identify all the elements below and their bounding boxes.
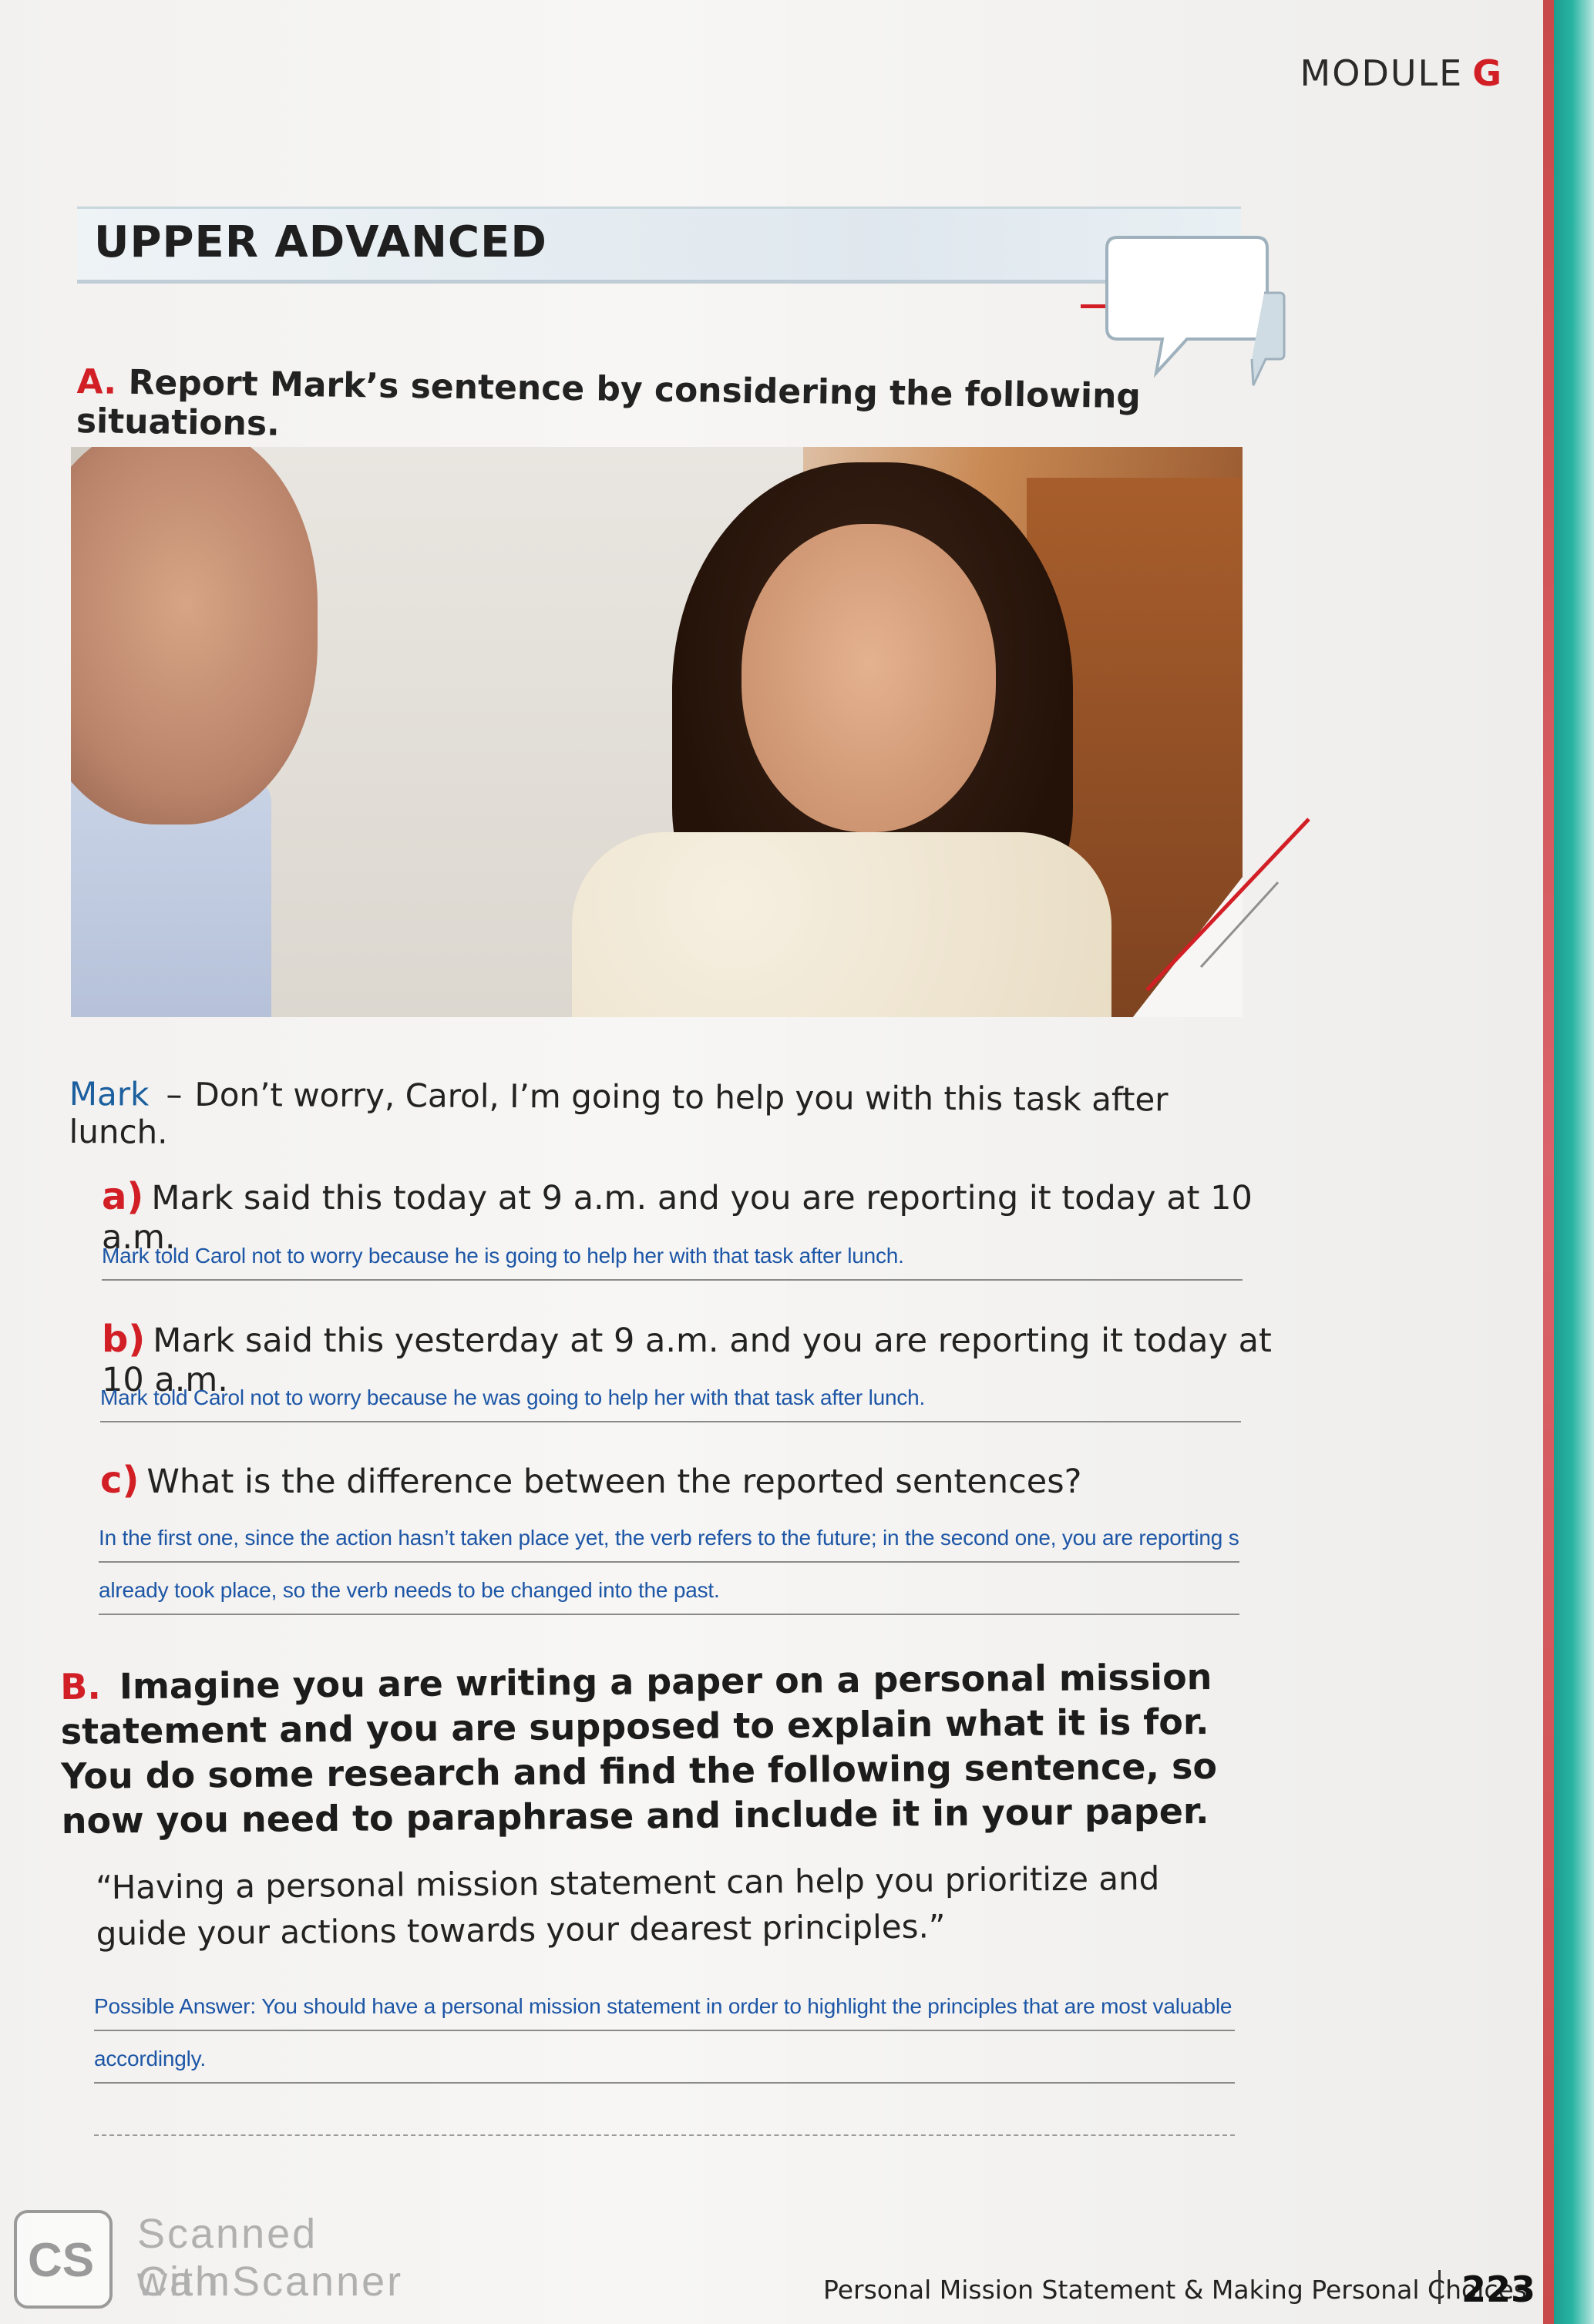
page-number: 223 (1461, 2269, 1536, 2310)
quote-text: Don’t worry, Carol, I’m going to help yo… (69, 1075, 1169, 1151)
question-b-letter: b) (102, 1318, 146, 1361)
answer-b-section-line-1[interactable]: Possible Answer: You should have a perso… (94, 1988, 1235, 2031)
camscanner-watermark: CS Scanned with CamScanner (14, 2210, 415, 2309)
answer-b-section-line-2[interactable]: accordingly. (94, 2040, 1235, 2084)
answer-b-section-line-3[interactable] (94, 2093, 1235, 2136)
footer-divider (1438, 2270, 1441, 2304)
section-b-quote: “Having a personal mission statement can… (96, 1859, 1160, 1953)
module-letter: G (1472, 52, 1503, 94)
camscanner-logo-text: CS (28, 2234, 95, 2287)
mark-quote: Mark – Don’t worry, Carol, I’m going to he… (69, 1075, 1240, 1157)
question-a-letter: a) (102, 1175, 144, 1218)
question-c-text: What is the difference between the repor… (146, 1463, 1082, 1501)
photo-woman-top (572, 832, 1111, 1017)
answer-c-line-1[interactable]: In the first one, since the action hasn’… (99, 1520, 1239, 1563)
answer-a-line[interactable]: Mark told Carol not to worry because he … (102, 1238, 1243, 1281)
level-title: UPPER ADVANCED (94, 217, 547, 267)
photo-woman-face (742, 524, 996, 832)
quote-dash: – (166, 1075, 183, 1113)
page-edge-red-stripe (1543, 0, 1554, 2324)
module-header: MODULE G (1300, 52, 1503, 94)
section-b-instruction: B. Imagine you are writing a paper on a … (60, 1654, 1233, 1843)
section-a-instruction-text: Report Mark’s sentence by considering th… (76, 362, 1142, 444)
camscanner-logo: CS (14, 2210, 113, 2309)
section-a-letter: A. (76, 362, 117, 402)
speaker-name: Mark (69, 1075, 150, 1113)
photo-man-head (71, 447, 318, 824)
module-label: MODULE (1300, 52, 1464, 94)
question-c-letter: c) (100, 1459, 140, 1502)
answer-c-line-2[interactable]: already took place, so the verb needs to… (99, 1572, 1239, 1615)
question-c: c) What is the difference between the rep… (100, 1459, 1272, 1502)
section-b-instruction-text: Imagine you are writing a paper on a per… (60, 1655, 1218, 1842)
section-a-instruction: A. Report Mark’s sentence by considering… (76, 362, 1233, 457)
page-background (0, 0, 1594, 2324)
photo-mark-and-carol (71, 447, 1243, 1017)
page-edge-teal-stripe (1554, 0, 1594, 2324)
decorative-slash-icon (1145, 818, 1310, 992)
watermark-line-2: CamScanner (137, 2259, 404, 2305)
section-b-letter: B. (60, 1665, 102, 1708)
footer-chapter-title: Personal Mission Statement & Making Pers… (823, 2275, 1527, 2305)
answer-b-line[interactable]: Mark told Carol not to worry because he … (100, 1379, 1241, 1422)
speech-bubble-icon (1105, 236, 1286, 386)
